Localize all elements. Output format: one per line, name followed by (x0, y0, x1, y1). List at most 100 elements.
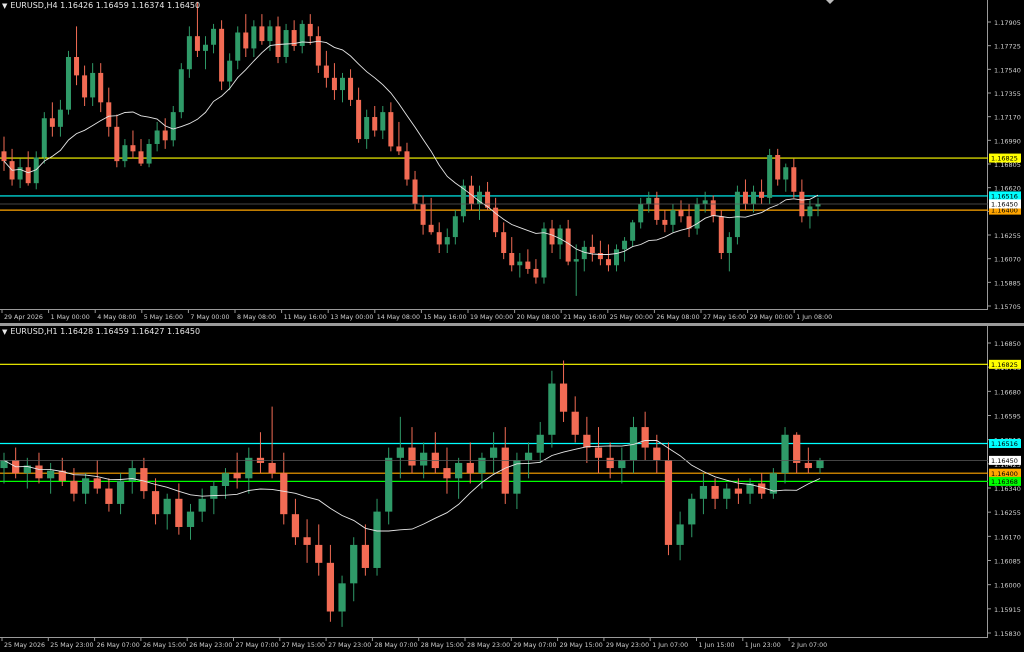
h4-candle-body[interactable] (267, 26, 273, 42)
h1-candle-body[interactable] (151, 491, 160, 515)
h4-candle-body[interactable] (622, 240, 628, 250)
h1-candle-body[interactable] (664, 460, 673, 545)
h1-candle-body[interactable] (559, 383, 568, 412)
h1-candle-body[interactable] (420, 452, 428, 466)
h1-candle-body[interactable] (350, 544, 358, 584)
h1-candle-body[interactable] (198, 498, 206, 512)
h1-candle-body[interactable] (233, 473, 241, 479)
h4-candle-body[interactable] (130, 145, 136, 152)
h4-candle-body[interactable] (428, 224, 434, 233)
h4-candle-body[interactable] (154, 130, 160, 144)
h4-candle-body[interactable] (315, 36, 321, 66)
h1-candle-body[interactable] (734, 488, 743, 494)
h1-candle-body[interactable] (373, 511, 381, 568)
h4-candle-body[interactable] (339, 77, 345, 91)
h1-chart-pane[interactable]: ▼ EURUSD,H1 1.16428 1.16459 1.16427 1.164… (0, 326, 1024, 652)
h1-candle-body[interactable] (35, 465, 43, 479)
h4-candle-body[interactable] (702, 200, 708, 204)
h4-candle-body[interactable] (742, 191, 748, 204)
h4-candle-body[interactable] (573, 259, 579, 262)
h1-candle-body[interactable] (501, 447, 509, 494)
h1-candle-body[interactable] (338, 583, 346, 612)
h4-candle-body[interactable] (533, 268, 539, 278)
h4-candle-body[interactable] (146, 143, 152, 164)
h1-candle-body[interactable] (524, 452, 533, 461)
h1-candle-body[interactable] (116, 480, 125, 504)
h1-candle-body[interactable] (571, 411, 579, 435)
h4-candle-body[interactable] (557, 228, 563, 245)
h4-candle-body[interactable] (396, 146, 402, 152)
h4-candle-body[interactable] (348, 77, 354, 100)
dropdown-triangle-icon[interactable]: ▼ (2, 327, 7, 337)
h4-candle-body[interactable] (549, 228, 555, 245)
h1-candle-body[interactable] (548, 383, 556, 435)
h4-candle-body[interactable] (98, 72, 104, 103)
h1-candle-body[interactable] (361, 544, 369, 568)
h4-chart-pane[interactable]: ▼ EURUSD,H4 1.16426 1.16459 1.16374 1.164… (0, 0, 1024, 323)
h4-candle-body[interactable] (202, 44, 208, 51)
h1-candle-body[interactable] (186, 511, 195, 527)
h4-candle-body[interactable] (678, 210, 684, 217)
h1-candle-body[interactable] (163, 498, 171, 515)
h1-candle-body[interactable] (443, 468, 451, 479)
h4-candle-body[interactable] (726, 237, 732, 253)
h4-candle-body[interactable] (517, 261, 523, 266)
h1-candle-body[interactable] (793, 434, 801, 463)
h1-candle-body[interactable] (641, 427, 649, 448)
h1-candle-body[interactable] (315, 544, 323, 563)
h1-candle-body[interactable] (606, 457, 614, 469)
h1-candle-body[interactable] (618, 460, 626, 469)
h4-candle-body[interactable] (541, 228, 547, 278)
h4-candle-body[interactable] (380, 112, 386, 131)
h1-candle-body[interactable] (396, 447, 404, 458)
h1-candle-body[interactable] (816, 460, 824, 469)
h4-candle-body[interactable] (275, 26, 281, 57)
h1-candle-body[interactable] (466, 462, 474, 474)
h4-candle-body[interactable] (589, 246, 595, 253)
h4-candle-body[interactable] (662, 219, 668, 225)
h4-candle-body[interactable] (106, 102, 112, 127)
h4-candle-body[interactable] (307, 23, 313, 37)
h4-candle-body[interactable] (807, 206, 813, 217)
h4-candle-body[interactable] (323, 65, 329, 78)
h4-candle-body[interactable] (412, 179, 418, 205)
h4-candle-body[interactable] (654, 197, 660, 220)
h1-candle-body[interactable] (81, 478, 90, 494)
h4-candle-body[interactable] (364, 117, 370, 140)
h1-candle-body[interactable] (583, 434, 591, 448)
h4-candle-body[interactable] (25, 167, 31, 184)
h1-candle-body[interactable] (385, 457, 393, 512)
h1-candle-body[interactable] (455, 462, 463, 479)
h1-candle-body[interactable] (676, 524, 684, 545)
h4-candle-body[interactable] (65, 57, 71, 110)
h1-candle-body[interactable] (408, 447, 416, 466)
h4-candle-body[interactable] (630, 222, 636, 241)
h1-candle-body[interactable] (804, 462, 812, 469)
h4-candle-body[interactable] (436, 232, 442, 245)
h1-candlestick-chart[interactable]: 1.168501.167651.166801.165951.165101.164… (0, 326, 1024, 652)
h4-candle-body[interactable] (597, 253, 603, 260)
h4-candle-body[interactable] (194, 36, 200, 51)
h1-candle-body[interactable] (47, 470, 55, 479)
h4-candle-body[interactable] (404, 151, 410, 180)
h1-candle-body[interactable] (688, 498, 696, 525)
h4-candle-body[interactable] (57, 109, 63, 127)
h1-candle-body[interactable] (326, 562, 335, 612)
h1-candle-body[interactable] (781, 434, 789, 474)
h4-candlestick-chart[interactable]: 1.17905 1.17725 1.17540 1.17355 1.17170 1.169… (0, 0, 1024, 323)
h4-candle-body[interactable] (638, 204, 644, 223)
h1-candle-body[interactable] (245, 457, 253, 479)
h1-candle-body[interactable] (70, 480, 78, 494)
h4-candle-body[interactable] (178, 69, 184, 113)
h4-candle-body[interactable] (710, 200, 716, 217)
h4-candle-body[interactable] (646, 197, 652, 204)
dropdown-triangle-icon[interactable]: ▼ (2, 1, 7, 11)
h4-candle-body[interactable] (138, 151, 144, 164)
h1-candle-body[interactable] (513, 460, 521, 494)
h4-candle-body[interactable] (759, 191, 765, 198)
h4-candle-body[interactable] (767, 155, 773, 198)
h4-candle-body[interactable] (49, 118, 55, 127)
h4-candle-body[interactable] (525, 261, 531, 269)
h1-candle-body[interactable] (653, 447, 661, 461)
h1-candle-body[interactable] (93, 478, 101, 489)
